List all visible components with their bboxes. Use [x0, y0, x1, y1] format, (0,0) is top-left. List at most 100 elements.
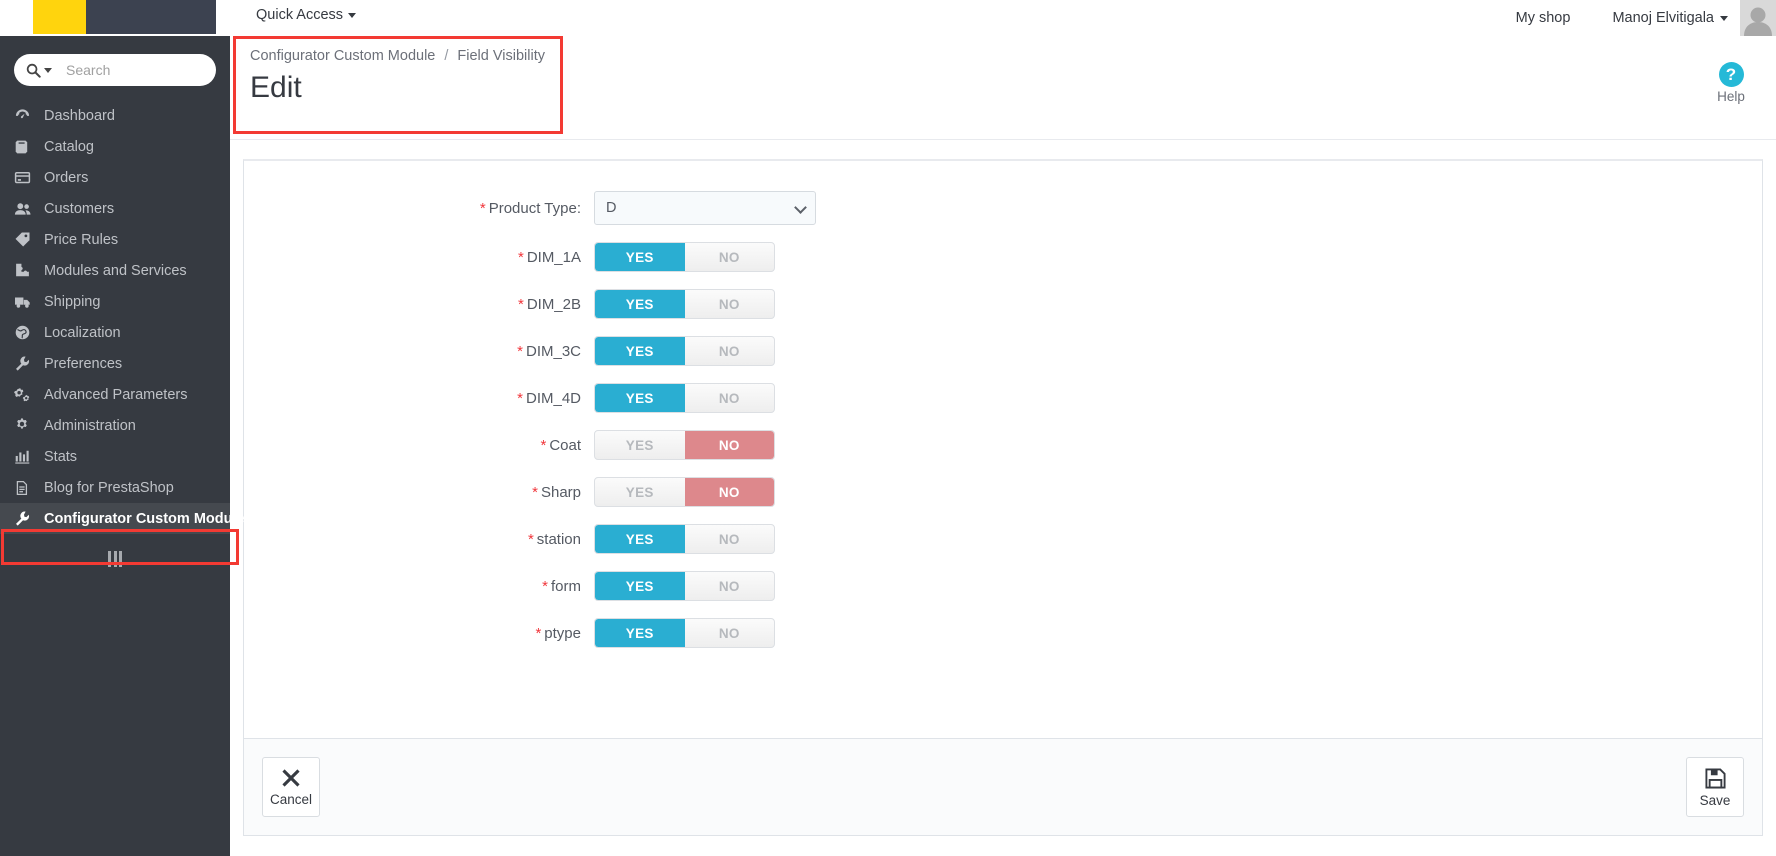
station-label-text: station — [536, 530, 581, 548]
sidebar-item-label: Administration — [44, 417, 136, 434]
toggle-yes-option[interactable]: YES — [595, 572, 685, 600]
required-asterisk: * — [517, 248, 524, 266]
cancel-button[interactable]: Cancel — [262, 757, 320, 817]
station-toggle[interactable]: YES NO — [594, 524, 775, 554]
toggle-no-option[interactable]: NO — [684, 431, 774, 459]
form-label-text: form — [551, 577, 581, 595]
form-row-product-type: * Product Type: D — [244, 191, 1762, 225]
required-asterisk: * — [517, 295, 524, 313]
ptype-toggle[interactable]: YES NO — [594, 618, 775, 648]
field-visibility-form-panel: * Product Type: D * DIM_1A YES NO * DIM_… — [243, 159, 1763, 739]
sidebar: Dashboard Catalog Orders — [0, 36, 245, 856]
coat-toggle[interactable]: YES NO — [594, 430, 775, 460]
sidebar-item-customers[interactable]: Customers — [0, 193, 230, 224]
form-row-dim-1a: * DIM_1A YES NO — [244, 242, 1762, 272]
toggle-no-option[interactable]: NO — [685, 619, 775, 647]
sidebar-collapse-handle[interactable] — [0, 544, 230, 574]
sharp-label: * Sharp — [244, 484, 594, 501]
user-name-label: Manoj Elvitigala — [1612, 10, 1714, 26]
quick-access-label: Quick Access — [256, 7, 344, 23]
help-button[interactable]: ? Help — [1702, 62, 1760, 104]
toggle-no-option[interactable]: NO — [684, 478, 774, 506]
dashboard-icon — [14, 107, 40, 124]
top-bar-right: My shop Manoj Elvitigala — [1516, 0, 1776, 36]
sidebar-item-modules-and-services[interactable]: Modules and Services — [0, 255, 230, 286]
dim-1a-label-text: DIM_1A — [526, 248, 581, 266]
form-label-field: * form — [244, 578, 594, 595]
sidebar-item-dashboard[interactable]: Dashboard — [0, 100, 230, 131]
avatar[interactable] — [1740, 0, 1776, 36]
sidebar-item-price-rules[interactable]: Price Rules — [0, 224, 230, 255]
close-icon — [280, 767, 302, 789]
dim-2b-label: * DIM_2B — [244, 296, 594, 313]
toggle-yes-option[interactable]: YES — [595, 290, 685, 318]
dim-1a-toggle[interactable]: YES NO — [594, 242, 775, 272]
dim-4d-label: * DIM_4D — [244, 390, 594, 407]
sidebar-item-preferences[interactable]: Preferences — [0, 348, 230, 379]
sharp-toggle[interactable]: YES NO — [594, 477, 775, 507]
my-shop-link[interactable]: My shop — [1516, 10, 1571, 26]
form-toggle[interactable]: YES NO — [594, 571, 775, 601]
sidebar-item-label: Catalog — [44, 138, 94, 155]
toggle-no-option[interactable]: NO — [685, 384, 775, 412]
breadcrumb-parent[interactable]: Configurator Custom Module — [250, 48, 435, 64]
required-asterisk: * — [542, 577, 548, 595]
sidebar-item-orders[interactable]: Orders — [0, 162, 230, 193]
product-type-select[interactable]: D — [594, 191, 816, 225]
required-asterisk: * — [479, 199, 486, 217]
globe-icon — [14, 324, 40, 341]
chevron-down-icon — [348, 12, 357, 18]
book-icon — [14, 139, 40, 155]
form-row-form: * form YES NO — [244, 571, 1762, 601]
dim-3c-toggle[interactable]: YES NO — [594, 336, 775, 366]
toggle-no-option[interactable]: NO — [685, 525, 775, 553]
coat-label-text: Coat — [549, 436, 581, 454]
save-button-label: Save — [1699, 792, 1731, 808]
form-body: * Product Type: D * DIM_1A YES NO * DIM_… — [244, 161, 1762, 683]
ptype-label-text: ptype — [544, 624, 581, 642]
toggle-yes-option[interactable]: YES — [595, 619, 685, 647]
search-input[interactable] — [66, 62, 196, 78]
toggle-no-option[interactable]: NO — [685, 337, 775, 365]
search-box[interactable] — [14, 54, 216, 86]
toggle-yes-option[interactable]: YES — [595, 478, 685, 506]
sidebar-item-label: Localization — [44, 324, 121, 341]
main-content: Configurator Custom Module / Field Visib… — [230, 36, 1776, 856]
breadcrumb-current[interactable]: Field Visibility — [457, 48, 545, 64]
gears-icon — [14, 386, 40, 403]
toggle-yes-option[interactable]: YES — [595, 384, 685, 412]
dim-4d-toggle[interactable]: YES NO — [594, 383, 775, 413]
toggle-yes-option[interactable]: YES — [595, 243, 685, 271]
dim-2b-toggle[interactable]: YES NO — [594, 289, 775, 319]
toggle-no-option[interactable]: NO — [685, 290, 775, 318]
station-label: * station — [244, 531, 594, 548]
sidebar-item-administration[interactable]: Administration — [0, 410, 230, 441]
sidebar-item-stats[interactable]: Stats — [0, 441, 230, 472]
search-icon[interactable] — [26, 63, 52, 78]
sidebar-item-advanced-parameters[interactable]: Advanced Parameters — [0, 379, 230, 410]
toggle-no-option[interactable]: NO — [685, 243, 775, 271]
logo-yellow-block — [33, 0, 86, 34]
puzzle-icon — [14, 262, 40, 279]
chevron-down-icon — [1720, 15, 1728, 21]
sidebar-item-configurator-custom-module[interactable]: Configurator Custom Module — [0, 503, 245, 534]
wrench-icon — [14, 355, 40, 372]
product-type-label-text: Product Type: — [488, 199, 581, 217]
sidebar-item-catalog[interactable]: Catalog — [0, 131, 230, 162]
sidebar-item-shipping[interactable]: Shipping — [0, 286, 230, 317]
toggle-no-option[interactable]: NO — [685, 572, 775, 600]
toggle-yes-option[interactable]: YES — [595, 431, 685, 459]
toggle-yes-option[interactable]: YES — [595, 525, 685, 553]
sidebar-item-localization[interactable]: Localization — [0, 317, 230, 348]
truck-icon — [14, 293, 40, 310]
quick-access-menu[interactable]: Quick Access — [256, 7, 357, 23]
user-menu[interactable]: Manoj Elvitigala — [1612, 10, 1728, 26]
dim-2b-label-text: DIM_2B — [526, 295, 581, 313]
toggle-yes-option[interactable]: YES — [595, 337, 685, 365]
form-row-station: * station YES NO — [244, 524, 1762, 554]
shop-logo[interactable] — [33, 0, 216, 36]
sidebar-item-blog-for-prestashop[interactable]: Blog for PrestaShop — [0, 472, 230, 503]
save-button[interactable]: Save — [1686, 757, 1744, 817]
sidebar-item-label: Configurator Custom Module — [44, 510, 245, 527]
credit-card-icon — [14, 169, 40, 186]
